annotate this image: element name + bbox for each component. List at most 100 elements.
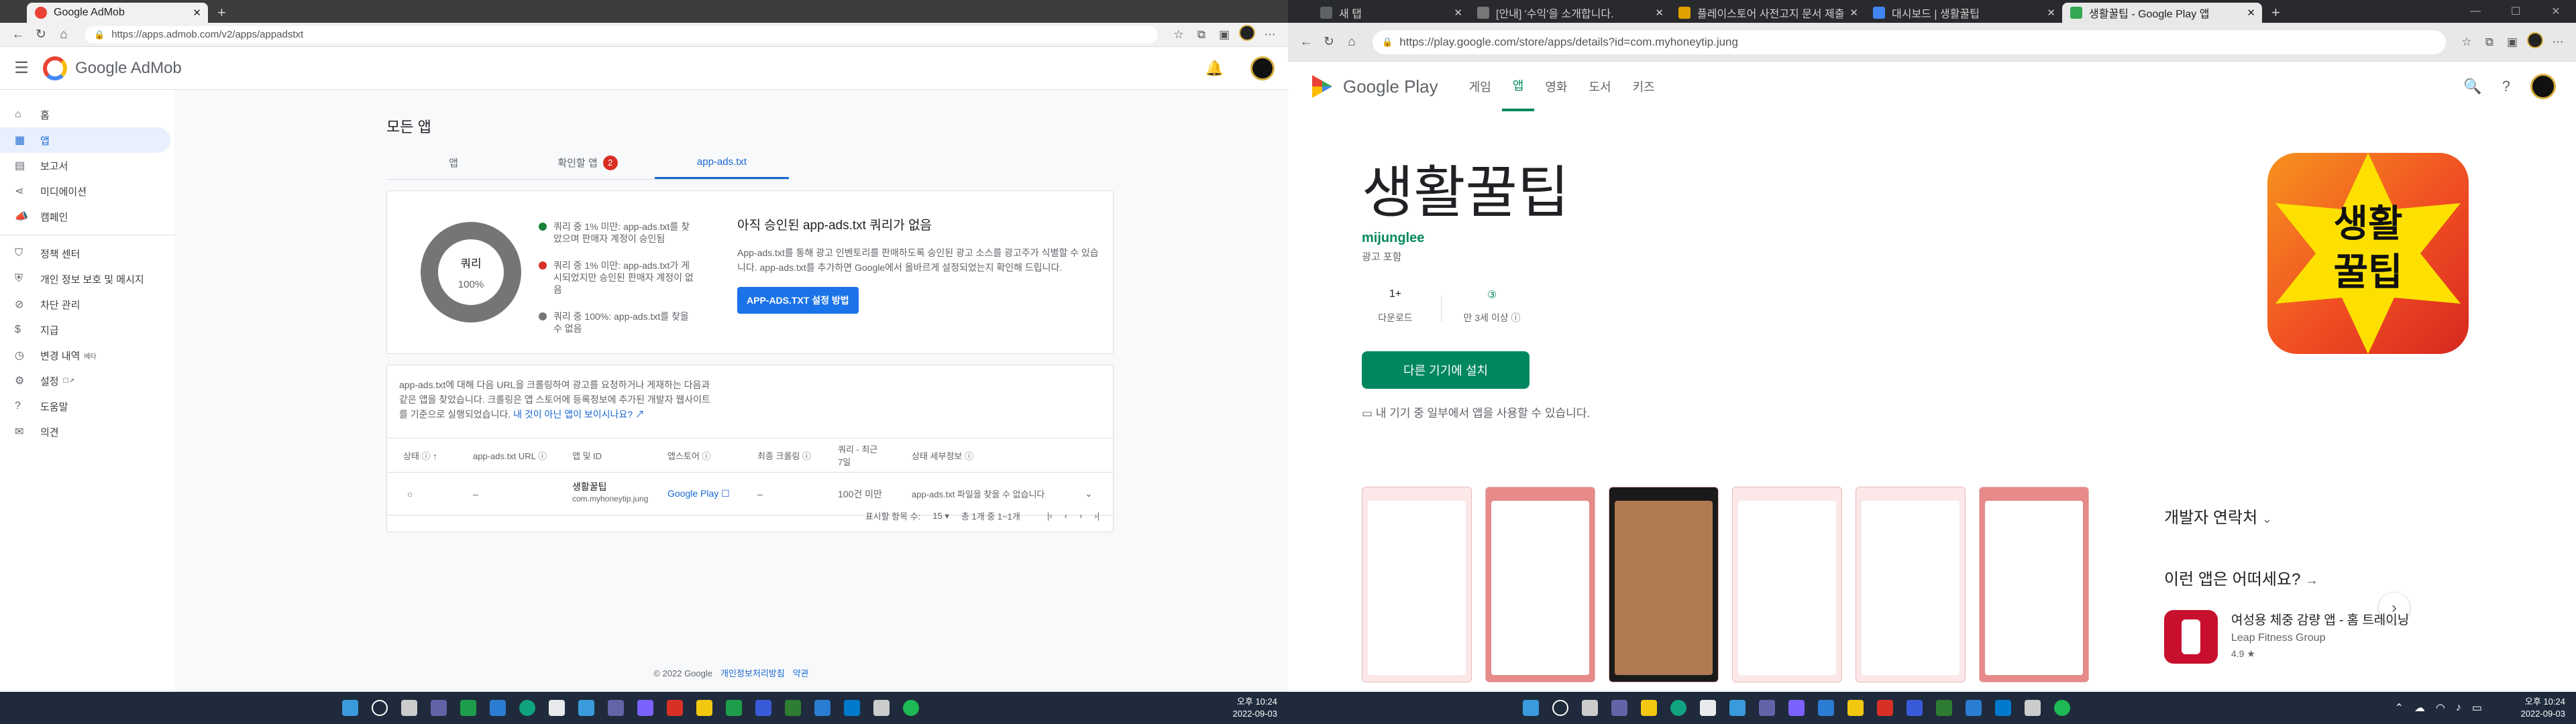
prev-page-icon[interactable]: ‹ [1065, 511, 1067, 521]
setup-guide-button[interactable]: APP-ADS.TXT 설정 방법 [737, 287, 859, 314]
chevron-up-icon[interactable]: ⌃ [2395, 701, 2404, 715]
col-crawl[interactable]: 최종 크롤링 ⓘ [757, 449, 811, 462]
tab-admob[interactable]: Google AdMob ✕ [27, 3, 208, 23]
app-icon[interactable] [1813, 695, 1839, 721]
home-icon[interactable]: ⌂ [1340, 35, 1363, 50]
taskview-icon[interactable] [1576, 695, 1603, 721]
close-window-icon[interactable]: ✕ [2536, 5, 2576, 18]
sidebar-item-campaign[interactable]: 📣 캠페인 [0, 204, 170, 229]
url-input[interactable]: 🔒 https://apps.admob.com/v2/apps/appadstx… [85, 25, 1158, 44]
sidebar-item-feedback[interactable]: ✉ 의견 [0, 419, 170, 444]
start-icon[interactable] [1517, 695, 1544, 721]
menu-icon[interactable]: ⋯ [1258, 28, 1281, 42]
app-icon[interactable] [780, 695, 806, 721]
col-status[interactable]: 상태 ⓘ ↑ [403, 449, 437, 462]
account-avatar[interactable] [1250, 56, 1275, 80]
back-icon[interactable]: ← [1295, 35, 1318, 50]
close-tab-icon[interactable]: ✕ [1849, 7, 1858, 19]
terms-link[interactable]: 약관 [793, 668, 809, 678]
search-icon[interactable]: 🔍 [2463, 78, 2481, 95]
maximize-icon[interactable]: ☐ [2496, 5, 2536, 18]
google-play-logo[interactable] [1312, 75, 1332, 98]
reload-icon[interactable]: ↻ [1318, 34, 1340, 50]
help-icon[interactable]: ? [2502, 78, 2510, 95]
nav-books[interactable]: 도서 [1578, 62, 1621, 111]
age-rating-label[interactable]: 만 3세 이상 ⓘ [1452, 311, 1532, 324]
back-icon[interactable]: ← [7, 27, 30, 42]
bell-icon[interactable]: 🔔 [1205, 60, 1224, 77]
menu-icon[interactable]: ⋯ [2546, 36, 2569, 49]
screenshot[interactable] [1856, 487, 1966, 682]
new-tab-button[interactable]: + [2262, 3, 2290, 23]
battery-icon[interactable]: ▭ [2472, 701, 2482, 715]
clock[interactable]: 오후 10:24 2022-09-03 [2521, 696, 2566, 720]
sidebar-item-help[interactable]: ? 도움말 [0, 394, 170, 419]
search-icon[interactable] [366, 695, 393, 721]
nav-kids[interactable]: 키즈 [1622, 62, 1666, 111]
next-page-icon[interactable]: › [1079, 511, 1082, 521]
close-tab-icon[interactable]: ✕ [1655, 7, 1664, 19]
new-tab-button[interactable]: + [208, 3, 235, 23]
app-icon[interactable] [1901, 695, 1928, 721]
tab-new[interactable]: 새 탭 ✕ [1312, 3, 1469, 23]
profile-avatar[interactable] [2524, 32, 2546, 52]
app-icon[interactable] [1724, 695, 1751, 721]
developer-link[interactable]: mijunglee [1362, 231, 1424, 246]
app-icon[interactable] [809, 695, 836, 721]
install-button[interactable]: 다른 기기에 설치 [1362, 351, 1529, 389]
hamburger-icon[interactable]: ☰ [0, 58, 43, 78]
app-icon[interactable] [484, 695, 511, 721]
folder-icon[interactable] [1635, 695, 1662, 721]
sidebar-item-reports[interactable]: ▤ 보고서 [0, 153, 170, 178]
sidebar-item-settings[interactable]: ⚙ 설정 ☐↗ [0, 368, 170, 394]
tab-app-ads-txt[interactable]: app-ads.txt [655, 146, 789, 179]
home-icon[interactable]: ⌂ [52, 27, 75, 42]
not-my-app-link[interactable]: 내 것이 아닌 앱이 보이시나요? [513, 409, 633, 420]
app-icon[interactable] [602, 695, 629, 721]
col-detail[interactable]: 상태 세부정보 ⓘ [912, 449, 973, 462]
app-icon[interactable] [1872, 695, 1898, 721]
sidebar-item-privacy[interactable]: ⛨ 개인 정보 보호 및 메시지 [0, 266, 170, 292]
sidebar-item-mediation[interactable]: ⋖ 미디에이션 [0, 178, 170, 204]
app-icon[interactable] [750, 695, 777, 721]
account-avatar[interactable] [2530, 74, 2556, 99]
screenshot[interactable] [1732, 487, 1842, 682]
first-page-icon[interactable]: |‹ [1047, 511, 1053, 521]
reload-icon[interactable]: ↻ [30, 27, 52, 42]
sidebar-item-blocking[interactable]: ⊘ 차단 관리 [0, 292, 170, 317]
nav-movies[interactable]: 영화 [1534, 62, 1578, 111]
close-tab-icon[interactable]: ✕ [2047, 7, 2055, 19]
edge-icon[interactable] [1665, 695, 1692, 721]
screenshot[interactable] [1485, 487, 1595, 682]
collections-icon[interactable]: ▣ [1213, 28, 1236, 42]
app-icon[interactable] [868, 695, 895, 721]
tab-playstore-doc[interactable]: 플레이스토어 사전고지 문서 제출 ✕ [1670, 3, 1865, 23]
tab-dashboard[interactable]: 대시보드 | 생활꿀팁 ✕ [1865, 3, 2062, 23]
extensions-icon[interactable]: ⧉ [1190, 28, 1213, 42]
sidebar-item-payments[interactable]: $ 지급 [0, 317, 170, 343]
app-icon[interactable] [1960, 695, 1987, 721]
last-page-icon[interactable]: ›| [1094, 511, 1099, 521]
spotify-icon[interactable] [898, 695, 924, 721]
search-icon[interactable] [1547, 695, 1574, 721]
sidebar-item-history[interactable]: ◷ 변경 내역 베타 [0, 343, 170, 368]
spotify-icon[interactable] [2049, 695, 2076, 721]
vscode-icon[interactable] [839, 695, 865, 721]
sidebar-item-home[interactable]: ⌂ 홈 [0, 102, 170, 127]
app-icon[interactable] [2019, 695, 2046, 721]
sidebar-item-apps[interactable]: ▦ 앱 [0, 127, 170, 153]
cloud-icon[interactable]: ☁ [2414, 701, 2425, 715]
developer-contact[interactable]: 개발자 연락처 ⌄ [2164, 504, 2272, 528]
close-tab-icon[interactable]: ✕ [1454, 7, 1462, 19]
sidebar-item-policy[interactable]: ⛉ 정책 센터 [0, 241, 170, 266]
profile-avatar[interactable] [1236, 25, 1258, 44]
clock[interactable]: 오후 10:24 2022-09-03 [1233, 696, 1278, 720]
chat-icon[interactable] [425, 695, 452, 721]
chevron-down-icon[interactable]: ⌄ [1085, 488, 1093, 499]
star-icon[interactable]: ☆ [1167, 28, 1190, 42]
tab-review-apps[interactable]: 확인할 앱 2 [521, 146, 655, 179]
star-icon[interactable]: ☆ [2455, 36, 2478, 49]
app-icon[interactable] [691, 695, 718, 721]
recommended-app[interactable]: 여성용 체중 감량 앱 - 홈 트레이닝 Leap Fitness Group … [2164, 610, 2409, 664]
rows-per-page-select[interactable]: 15 ▾ [932, 511, 949, 522]
